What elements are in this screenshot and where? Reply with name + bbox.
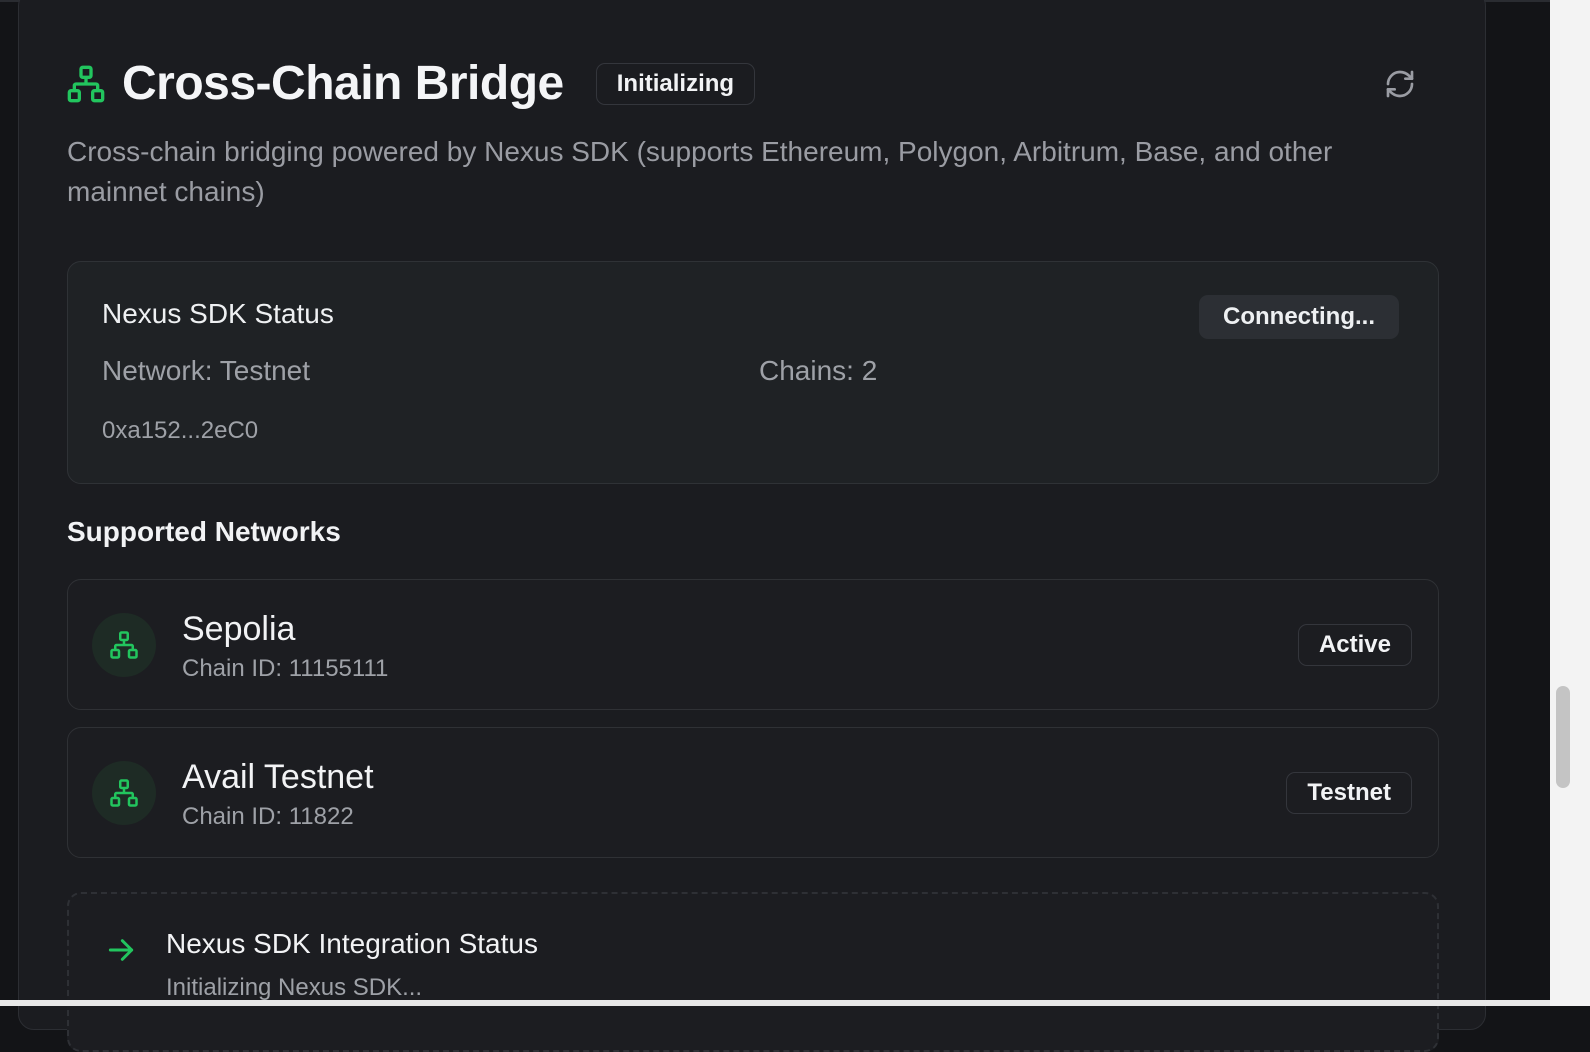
chains-count: Chains: 2 xyxy=(759,355,878,386)
supported-networks-title: Supported Networks xyxy=(67,516,341,547)
network-icon xyxy=(67,65,105,103)
network-icon xyxy=(110,779,138,807)
network-icon xyxy=(110,631,138,659)
bottom-edge xyxy=(0,1000,1550,1006)
refresh-icon[interactable] xyxy=(1384,68,1416,100)
integration-title: Nexus SDK Integration Status xyxy=(166,928,538,959)
sdk-status-panel: Nexus SDK Status Connecting... Network: … xyxy=(67,261,1439,484)
arrow-right-icon xyxy=(108,939,134,961)
network-item-avail-testnet[interactable]: Avail Testnet Chain ID: 11822 Testnet xyxy=(67,727,1439,858)
network-name: Sepolia xyxy=(182,610,296,648)
network-chain-id: Chain ID: 11822 xyxy=(182,803,354,830)
wallet-address: 0xa152...2eC0 xyxy=(102,417,259,444)
page-description: Cross-chain bridging powered by Nexus SD… xyxy=(67,136,1333,207)
network-item-sepolia[interactable]: Sepolia Chain ID: 11155111 Active xyxy=(67,579,1439,710)
integration-status-panel: Nexus SDK Integration Status Initializin… xyxy=(67,892,1439,1052)
network-avatar xyxy=(92,761,156,825)
page-title: Cross-Chain Bridge xyxy=(122,57,564,110)
status-badge: Initializing xyxy=(595,63,756,105)
card-header: Cross-Chain Bridge Initializing xyxy=(66,57,756,110)
integration-subtitle: Initializing Nexus SDK... xyxy=(166,974,423,1001)
connection-status-badge: Connecting... xyxy=(1199,295,1399,339)
network-avatar xyxy=(92,613,156,677)
scrollbar-thumb[interactable] xyxy=(1556,686,1570,788)
network-chain-id: Chain ID: 11155111 xyxy=(182,655,389,682)
network-status-badge: Testnet xyxy=(1286,772,1412,814)
network-name: Avail Testnet xyxy=(182,758,374,796)
sdk-status-title: Nexus SDK Status xyxy=(102,298,334,329)
network-status-badge: Active xyxy=(1297,624,1412,666)
scrollbar-track[interactable] xyxy=(1550,0,1590,1006)
network-label: Network: Testnet xyxy=(102,355,311,386)
